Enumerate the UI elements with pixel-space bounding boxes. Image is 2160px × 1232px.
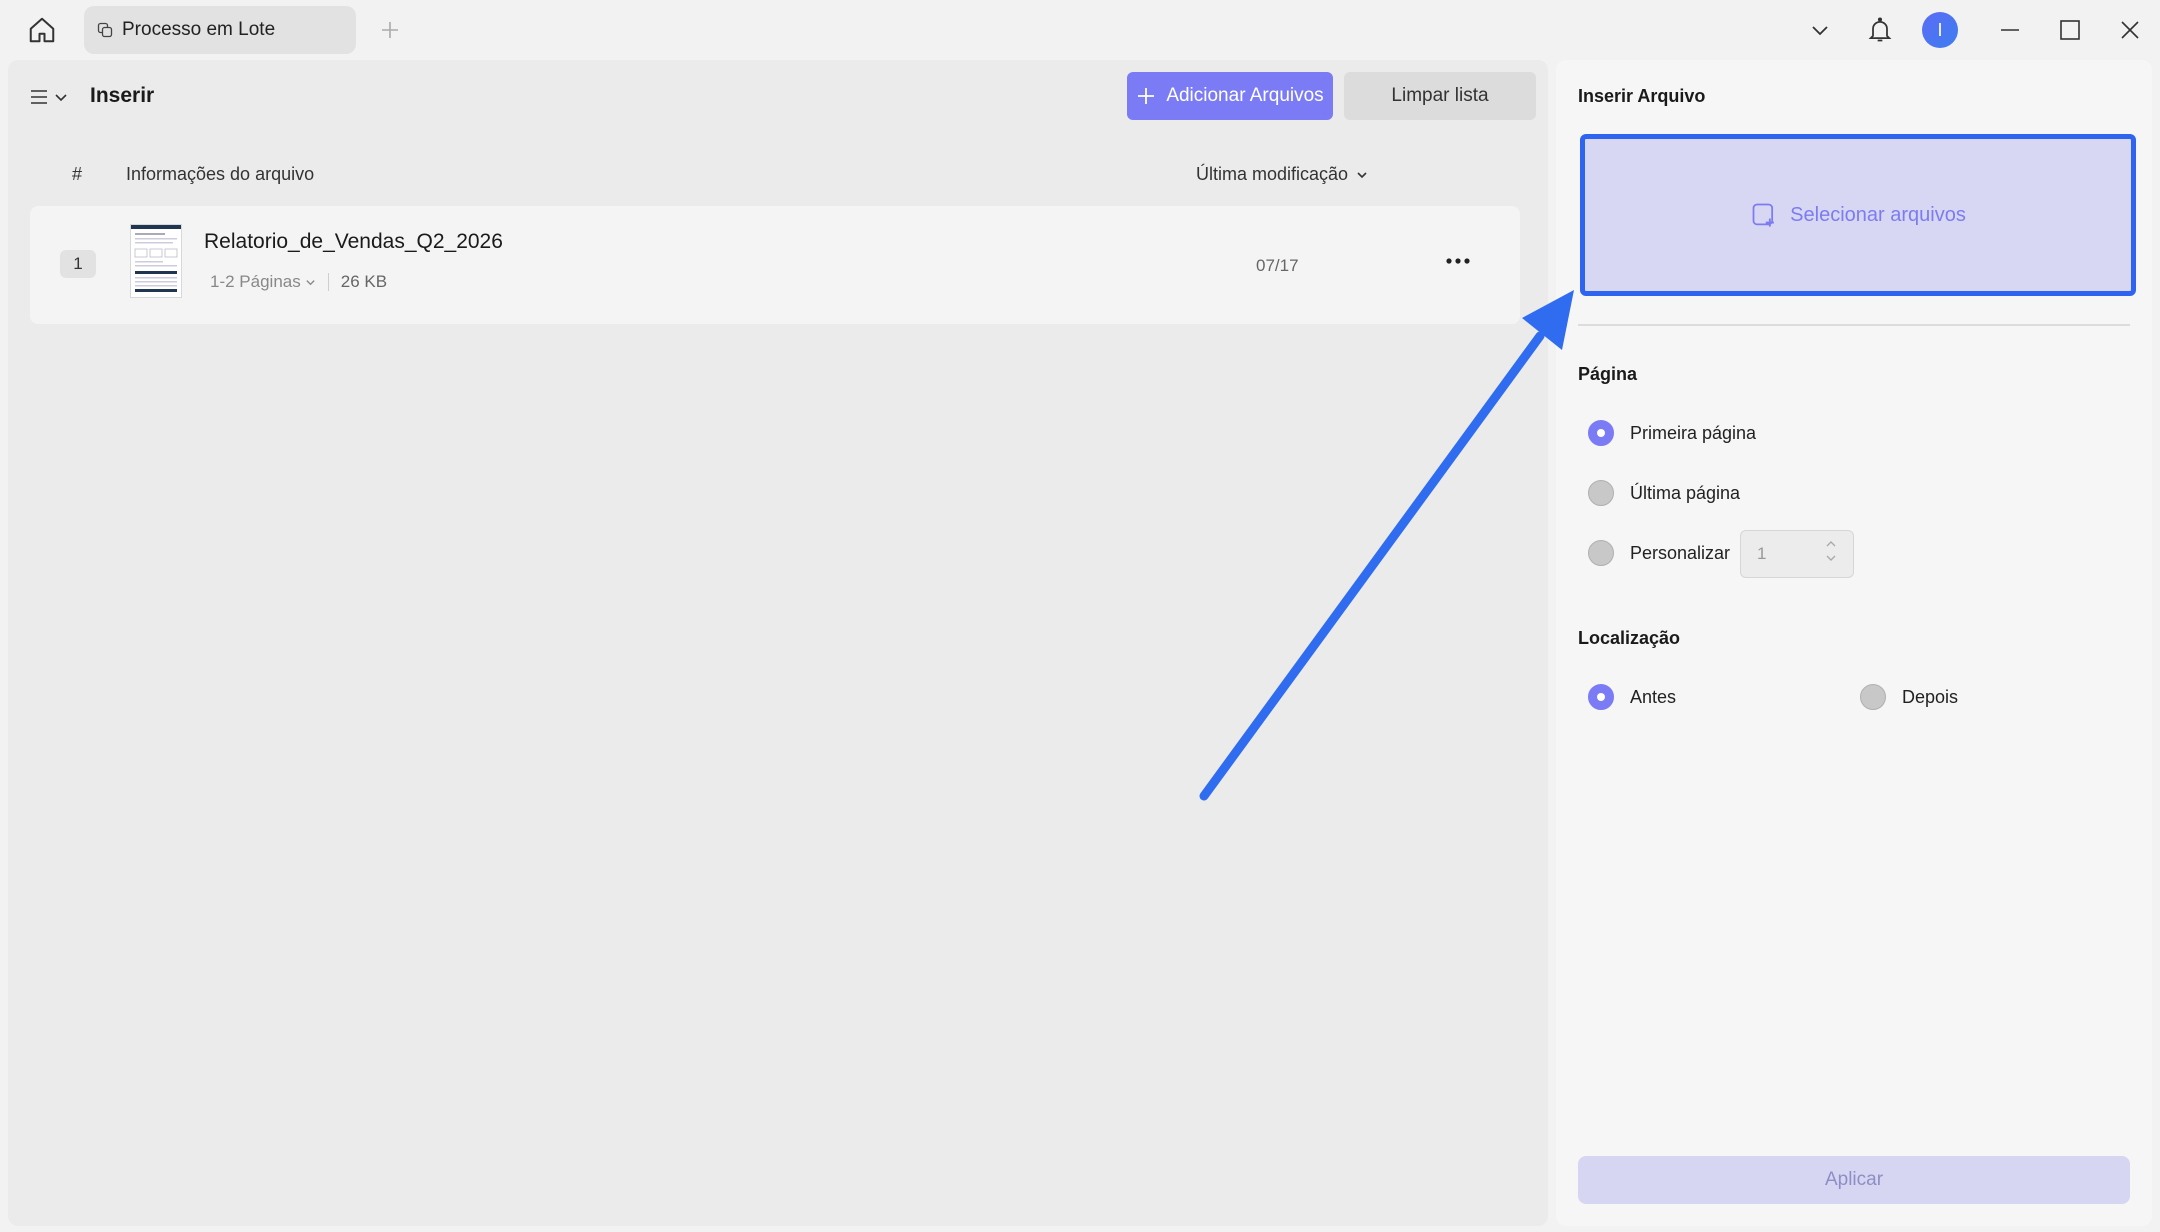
page-range-label: 1-2 Páginas <box>210 272 301 291</box>
insert-file-title: Inserir Arquivo <box>1578 86 1706 106</box>
home-icon <box>29 17 55 43</box>
radio-before[interactable]: Antes <box>1588 684 1676 710</box>
add-file-icon <box>1752 203 1775 227</box>
menu-button[interactable] <box>28 82 72 112</box>
hamburger-icon <box>31 90 47 104</box>
column-header-last-modified[interactable]: Última modificação <box>1196 164 1368 185</box>
insert-settings-panel: Inserir Arquivo Selecionar arquivos Pági… <box>1556 60 2152 1226</box>
row-index: 1 <box>60 250 96 278</box>
file-list-panel: Inserir Adicionar Arquivos Limpar lista … <box>8 60 1548 1226</box>
minimize-icon <box>2001 29 2019 31</box>
divider <box>327 273 329 291</box>
chevron-down-icon[interactable] <box>1825 553 1837 563</box>
copy-icon <box>94 19 116 41</box>
add-files-button[interactable]: Adicionar Arquivos <box>1127 72 1333 120</box>
title-bar: Processo em Lote I <box>0 0 2160 60</box>
chevron-up-icon[interactable] <box>1825 539 1837 549</box>
close-icon <box>2121 21 2139 39</box>
new-tab-button[interactable] <box>372 12 408 48</box>
file-size: 26 KB <box>340 272 388 291</box>
avatar: I <box>1922 12 1958 48</box>
home-button[interactable] <box>22 12 62 48</box>
column-header-index: # <box>72 164 83 184</box>
column-header-file-info: Informações do arquivo <box>126 164 315 184</box>
file-name: Relatorio_de_Vendas_Q2_2026 <box>204 230 503 253</box>
radio-button-selected <box>1588 420 1614 446</box>
radio-first-page[interactable]: Primeira página <box>1588 420 1756 446</box>
radio-button <box>1588 480 1614 506</box>
table-row[interactable]: 1 Relatorio_de_Vendas_Q2_2026 1-2 Página… <box>30 206 1520 324</box>
notifications-button[interactable] <box>1860 10 1900 50</box>
page-section-title: Página <box>1578 364 1638 384</box>
column-header-last-modified-label: Última modificação <box>1196 164 1349 184</box>
file-meta: 1-2 Páginas 26 KB <box>210 272 387 292</box>
location-section-title: Localização <box>1578 628 1681 648</box>
radio-last-page[interactable]: Última página <box>1588 480 1740 506</box>
select-files-label: Selecionar arquivos <box>1790 203 1966 226</box>
maximize-button[interactable] <box>2050 10 2090 50</box>
radio-after[interactable]: Depois <box>1860 684 1958 710</box>
tab-processo-em-lote[interactable]: Processo em Lote <box>84 6 356 54</box>
apply-button[interactable]: Aplicar <box>1578 1156 2130 1204</box>
radio-label: Personalizar <box>1630 542 1731 563</box>
file-date: 07/17 <box>1256 256 1299 275</box>
chevron-down-icon <box>1357 171 1367 178</box>
more-icon <box>1446 258 1470 264</box>
chevron-down-icon <box>55 94 67 102</box>
chevron-down-icon <box>306 279 315 285</box>
avatar-button[interactable]: I <box>1920 10 1960 50</box>
more-options-button[interactable] <box>1438 246 1478 276</box>
file-thumbnail <box>130 224 182 298</box>
radio-custom-page[interactable]: Personalizar <box>1588 540 1730 566</box>
minimize-button[interactable] <box>1990 10 2030 50</box>
radio-label: Antes <box>1630 686 1677 707</box>
page-title: Inserir <box>90 84 155 107</box>
radio-button-selected <box>1588 684 1614 710</box>
tab-title: Processo em Lote <box>122 19 276 40</box>
clear-list-button[interactable]: Limpar lista <box>1344 72 1536 120</box>
plus-icon <box>382 22 398 38</box>
select-files-dropzone[interactable]: Selecionar arquivos <box>1580 134 2136 296</box>
plus-icon <box>1138 88 1155 104</box>
page-range-dropdown[interactable]: 1-2 Páginas <box>210 272 316 292</box>
maximize-icon <box>2060 20 2080 40</box>
chevron-down-icon <box>1812 26 1828 36</box>
add-files-label: Adicionar Arquivos <box>1166 85 1324 106</box>
custom-page-stepper[interactable]: 1 <box>1740 530 1854 578</box>
radio-label: Última página <box>1630 482 1741 503</box>
radio-button <box>1860 684 1886 710</box>
divider <box>1578 324 2130 326</box>
stepper-value: 1 <box>1757 544 1767 563</box>
radio-label: Primeira página <box>1630 422 1757 443</box>
radio-button <box>1588 540 1614 566</box>
dropdown-button[interactable] <box>1800 10 1840 50</box>
bell-icon <box>1868 17 1892 42</box>
close-button[interactable] <box>2110 10 2150 50</box>
radio-label: Depois <box>1902 686 1959 707</box>
